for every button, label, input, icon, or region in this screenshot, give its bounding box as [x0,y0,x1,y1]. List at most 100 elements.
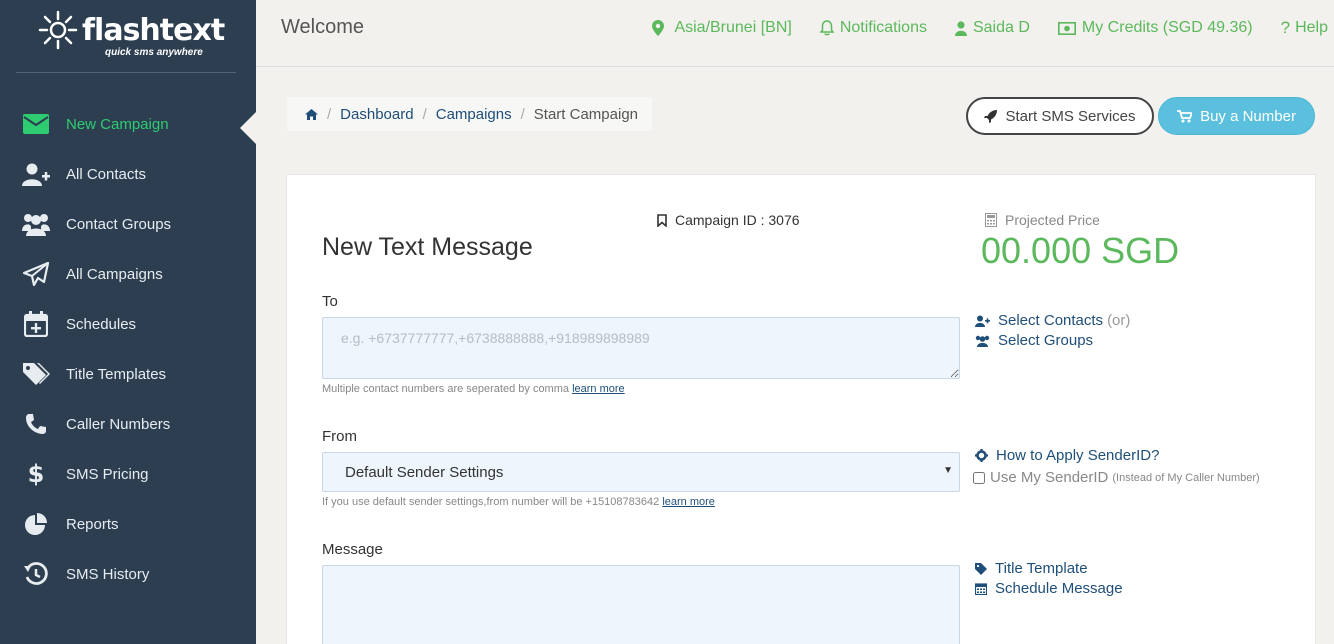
user-menu[interactable]: Saida D [954,18,1030,38]
message-label: Message [322,541,383,558]
calculator-icon [985,213,997,227]
sidebar-item-label: Caller Numbers [66,415,171,433]
breadcrumb-separator: / [422,105,427,123]
sidebar-item-label: All Contacts [66,165,147,183]
credits-link[interactable]: My Credits (SGD 49.36) [1057,18,1253,38]
campaign-card: Campaign ID : 3076 New Text Message Proj… [286,174,1316,644]
from-label: From [322,428,357,445]
title-template-label: Title Template [995,560,1088,577]
title-template-link[interactable]: Title Template [975,560,1088,577]
notifications-link[interactable]: Notifications [819,18,927,38]
breadcrumb-current: Start Campaign [533,105,638,123]
breadcrumb-dashboard[interactable]: Dashboard [340,106,413,123]
campaign-id-text: Campaign ID : 3076 [675,212,800,228]
sidebar-item-caller-numbers[interactable]: Caller Numbers [0,399,256,449]
top-nav: Asia/Brunei [BN] Notifications Saida D M… [624,18,1328,38]
users-icon [22,210,50,238]
schedule-message-label: Schedule Message [995,580,1123,597]
dollar-icon: $ [27,460,45,488]
from-hint: If you use default sender settings,from … [322,496,715,508]
users-icon [975,335,990,347]
help-label: Help [1295,19,1328,36]
to-input[interactable] [322,317,960,379]
breadcrumb-separator: / [520,105,525,123]
projected-price-value: 00.000 SGD [981,230,1180,271]
question-icon: ? [1280,18,1291,37]
money-icon [1057,21,1076,35]
sidebar-nav: New Campaign All Contacts Contact Groups… [0,99,256,599]
or-text: (or) [1107,312,1131,329]
page-title: New Text Message [322,233,533,261]
calendar-icon [975,583,987,595]
sidebar-item-sms-history[interactable]: SMS History [0,549,256,599]
logo[interactable]: flashtext quick sms anywhere [38,10,225,62]
from-learn-more-link[interactable]: learn more [662,496,715,508]
start-sms-label: Start SMS Services [1005,107,1136,125]
use-senderid-checkbox[interactable] [973,471,985,484]
welcome-title: Welcome [281,16,364,38]
message-textarea[interactable] [322,565,960,644]
to-label: To [322,293,338,310]
to-learn-more-link[interactable]: learn more [572,383,625,395]
sidebar-item-schedules[interactable]: Schedules [0,299,256,349]
breadcrumb-separator: / [327,105,332,123]
campaign-id: Campaign ID : 3076 [657,212,800,228]
pie-chart-icon [22,510,50,538]
select-contacts-link[interactable]: Select Contacts (or) [975,312,1130,329]
from-hint-text: If you use default sender settings,from … [322,496,660,508]
use-senderid-option[interactable]: Use My SenderID (Instead of My Caller Nu… [973,469,1260,486]
sidebar-item-all-contacts[interactable]: All Contacts [0,149,256,199]
sidebar-item-label: New Campaign [66,115,169,133]
projected-price-label: Projected Price [985,212,1100,228]
sidebar-item-contact-groups[interactable]: Contact Groups [0,199,256,249]
buy-number-button[interactable]: Buy a Number [1158,97,1315,135]
sidebar-item-label: All Campaigns [66,265,163,283]
notifications-label: Notifications [839,19,927,36]
credits-label: My Credits (SGD 49.36) [1081,19,1253,36]
tag-icon [975,562,987,575]
sidebar-item-label: SMS History [66,565,150,583]
tags-icon [22,360,50,388]
user-icon [954,20,967,36]
sidebar: flashtext quick sms anywhere New Campaig… [0,0,256,644]
sidebar-item-label: Contact Groups [66,215,172,233]
sidebar-divider [16,72,236,73]
sidebar-item-reports[interactable]: Reports [0,499,256,549]
history-icon [22,560,50,588]
map-marker-icon [652,20,665,36]
use-senderid-note: (Instead of My Caller Number) [1112,471,1260,484]
user-plus-icon [22,160,50,188]
cart-icon [1177,109,1193,122]
sender-select-value: Default Sender Settings [345,463,504,481]
sidebar-item-sms-pricing[interactable]: $ SMS Pricing [0,449,256,499]
user-name: Saida D [972,19,1030,36]
caret-down-icon: ▼ [943,465,953,476]
sidebar-item-title-templates[interactable]: Title Templates [0,349,256,399]
breadcrumb-campaigns[interactable]: Campaigns [436,106,512,123]
to-hint-text: Multiple contact numbers are seperated b… [322,383,570,395]
envelope-icon [22,110,50,138]
how-apply-senderid-link[interactable]: How to Apply SenderID? [975,447,1159,464]
timezone-link[interactable]: Asia/Brunei [BN] [652,18,792,38]
bookmark-icon [657,213,667,227]
brand-name: flashtext [82,13,225,48]
schedule-message-link[interactable]: Schedule Message [975,580,1123,597]
select-groups-label: Select Groups [998,332,1094,349]
home-icon[interactable] [305,108,318,120]
sidebar-item-new-campaign[interactable]: New Campaign [0,99,256,149]
breadcrumb: / Dashboard / Campaigns / Start Campaign [287,97,652,131]
sidebar-item-all-campaigns[interactable]: All Campaigns [0,249,256,299]
to-hint: Multiple contact numbers are seperated b… [322,383,625,395]
help-link[interactable]: ? Help [1281,18,1328,38]
sidebar-item-label: Title Templates [66,365,167,383]
timezone-label: Asia/Brunei [BN] [674,19,792,36]
sidebar-item-label: Reports [66,515,119,533]
sender-select[interactable]: Default Sender Settings ▼ [322,452,960,492]
paper-plane-icon [22,260,50,288]
calendar-plus-icon [22,310,50,338]
select-groups-link[interactable]: Select Groups [975,332,1093,349]
sun-logo-icon [38,10,78,50]
phone-icon [22,410,50,438]
start-sms-services-button[interactable]: Start SMS Services [966,97,1154,135]
sidebar-item-label: Schedules [66,315,137,333]
